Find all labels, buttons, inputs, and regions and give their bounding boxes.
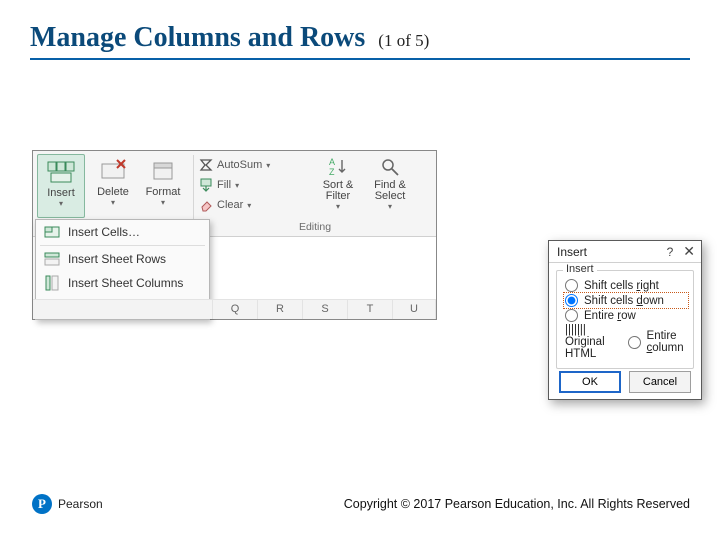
- page-title: Manage Columns and Rows (1 of 5): [30, 22, 429, 54]
- pearson-word: Pearson: [58, 497, 103, 511]
- insert-button[interactable]: Insert ▾: [37, 154, 85, 218]
- fill-label: Fill: [217, 179, 231, 191]
- radio-shift-down[interactable]: [565, 294, 578, 307]
- insert-cells-icon: [47, 159, 75, 185]
- fill-button[interactable]: Fill ▾: [199, 176, 239, 194]
- col-T[interactable]: T: [348, 299, 393, 319]
- sort-icon: A Z: [327, 156, 349, 178]
- insert-label: Insert: [38, 187, 84, 199]
- menu-insert-columns-label: Insert Sheet Columns: [68, 276, 183, 290]
- menu-insert-columns[interactable]: Insert Sheet Columns: [36, 271, 209, 295]
- delete-cells-icon: [99, 158, 127, 184]
- cancel-button[interactable]: Cancel: [629, 371, 691, 393]
- search-icon: [379, 156, 401, 178]
- group-legend: Insert: [563, 263, 597, 275]
- menu-insert-rows-label: Insert Sheet Rows: [68, 252, 166, 266]
- sigma-icon: [199, 158, 213, 172]
- opt-entire-row[interactable]: Entire row: [565, 309, 687, 322]
- title-pager: (1 of 5): [378, 31, 429, 50]
- format-label: Format: [139, 186, 187, 198]
- menu-insert-cells-label: Insert Cells…: [68, 225, 140, 239]
- format-button[interactable]: Format ▾: [139, 154, 187, 218]
- excel-ribbon-screenshot: Insert ▾ Delete ▾: [32, 150, 437, 320]
- title-text: Manage Columns and Rows: [30, 22, 365, 53]
- delete-button[interactable]: Delete ▾: [89, 154, 137, 218]
- insert-option-group: Insert Shift cells right Shift cells dow…: [556, 270, 694, 369]
- col-Q[interactable]: Q: [213, 299, 258, 319]
- insert-rows-icon: [44, 251, 60, 267]
- help-icon[interactable]: ?: [667, 245, 674, 259]
- chevron-down-icon: ▾: [38, 199, 84, 208]
- menu-separator: [40, 245, 205, 246]
- chevron-down-icon: ▾: [89, 198, 137, 207]
- sort-label2: Filter: [315, 191, 361, 202]
- dialog-titlebar: Insert ? ✕: [549, 241, 701, 263]
- slide-footer: P Pearson Copyright © 2017 Pearson Educa…: [32, 494, 690, 514]
- pearson-logo: P Pearson: [32, 494, 103, 514]
- col-S[interactable]: S: [303, 299, 348, 319]
- chevron-down-icon: ▾: [315, 202, 361, 211]
- title-underline: [30, 58, 690, 60]
- format-cells-icon: [149, 158, 177, 184]
- opt-entire-column[interactable]: ||||||| Original HTML Entire column: [565, 324, 687, 360]
- chevron-down-icon: ▾: [139, 198, 187, 207]
- insert-columns-icon: [44, 275, 60, 291]
- delete-label: Delete: [89, 186, 137, 198]
- copyright-text: Copyright © 2017 Pearson Education, Inc.…: [344, 497, 690, 511]
- clear-button[interactable]: Clear ▾: [199, 196, 251, 214]
- autosum-label: AutoSum: [217, 159, 262, 171]
- menu-insert-rows[interactable]: Insert Sheet Rows: [36, 247, 209, 271]
- opt-shift-down[interactable]: Shift cells down: [565, 294, 687, 307]
- autosum-button[interactable]: AutoSum ▾: [199, 156, 270, 174]
- column-headers-row: Q R S T U: [33, 299, 436, 319]
- editing-caption: Editing: [197, 221, 433, 233]
- dialog-buttons: OK Cancel: [549, 371, 701, 393]
- pearson-badge-icon: P: [32, 494, 52, 514]
- radio-shift-right[interactable]: [565, 279, 578, 292]
- opt-shift-right[interactable]: Shift cells right: [565, 279, 687, 292]
- svg-text:A: A: [329, 157, 335, 167]
- chevron-down-icon: ▾: [235, 181, 239, 190]
- col-U[interactable]: U: [393, 299, 436, 319]
- insert-dialog: Insert ? ✕ Insert Shift cells right Shif…: [548, 240, 702, 400]
- sort-filter-button[interactable]: A Z Sort & Filter ▾: [315, 156, 361, 211]
- svg-text:Z: Z: [329, 167, 335, 177]
- chevron-down-icon: ▾: [367, 202, 413, 211]
- find-select-button[interactable]: Find & Select ▾: [367, 156, 413, 211]
- close-icon[interactable]: ✕: [683, 243, 695, 260]
- radio-entire-row[interactable]: [565, 309, 578, 322]
- find-label2: Select: [367, 191, 413, 202]
- clear-label: Clear: [217, 199, 243, 211]
- col-R[interactable]: R: [258, 299, 303, 319]
- insert-cells-icon: [44, 224, 60, 240]
- menu-insert-cells[interactable]: Insert Cells…: [36, 220, 209, 244]
- chevron-down-icon: ▾: [247, 201, 251, 210]
- ok-button[interactable]: OK: [559, 371, 621, 393]
- eraser-icon: [199, 198, 213, 212]
- dialog-title-text: Insert: [557, 245, 587, 259]
- fill-down-icon: [199, 178, 213, 192]
- editing-group: AutoSum ▾ Fill ▾ Clear ▾ A Z: [197, 154, 433, 234]
- chevron-down-icon: ▾: [266, 161, 270, 170]
- radio-entire-column[interactable]: [628, 336, 641, 349]
